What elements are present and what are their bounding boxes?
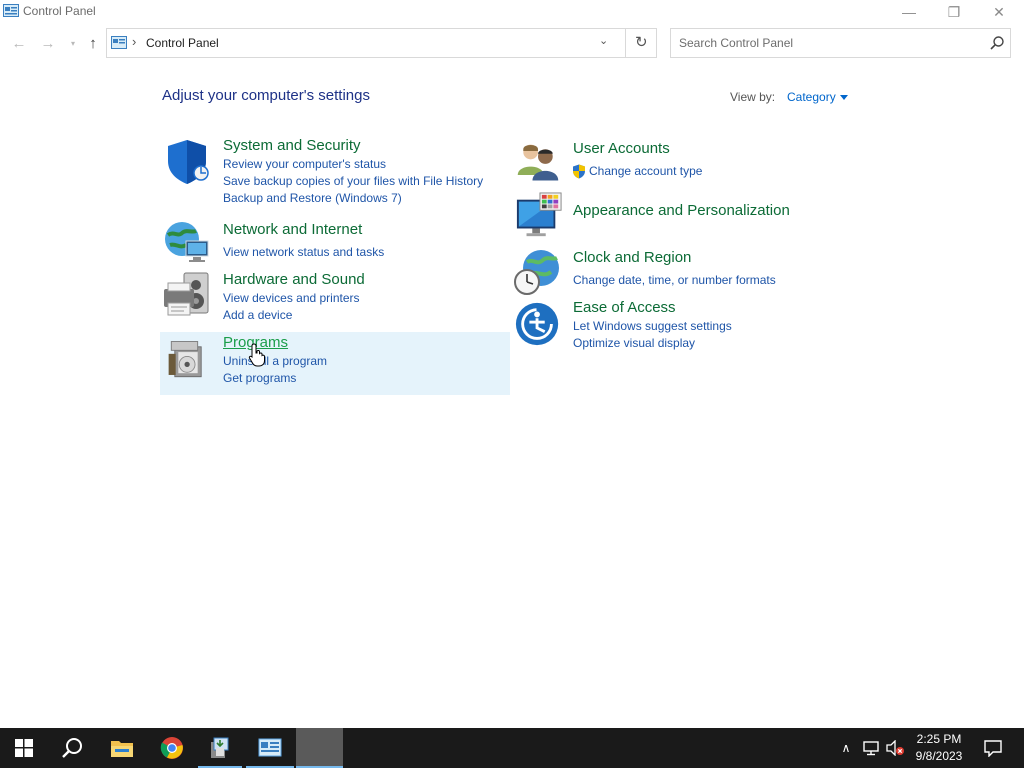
category-title-appearance[interactable]: Appearance and Personalization <box>573 202 790 219</box>
title-bar: Control Panel — ❐ ✕ <box>0 0 1024 24</box>
control-panel-icon[interactable] <box>258 738 282 758</box>
chevron-down-icon[interactable] <box>839 95 848 101</box>
link-change-account-type[interactable]: Change account type <box>589 164 702 178</box>
control-panel-icon <box>3 4 19 17</box>
category-title-user-accounts[interactable]: User Accounts <box>573 140 670 157</box>
back-button[interactable]: ← <box>8 32 30 54</box>
category-title-network-internet[interactable]: Network and Internet <box>223 221 362 238</box>
start-icon[interactable] <box>15 739 33 757</box>
taskbar: ∧ 2:25 PM 9/8/2023 <box>0 728 1024 768</box>
view-by-label: View by: <box>730 90 776 104</box>
clock-time: 2:25 PM <box>916 732 962 746</box>
programs-box-icon[interactable] <box>166 338 210 382</box>
link-devices-printers[interactable]: View devices and printers <box>223 291 360 305</box>
file-explorer-icon[interactable] <box>110 738 134 758</box>
link-suggest-settings[interactable]: Let Windows suggest settings <box>573 319 732 333</box>
view-by-dropdown[interactable]: Category <box>787 90 848 104</box>
forward-button[interactable]: → <box>37 32 59 54</box>
installer-icon[interactable] <box>208 736 232 760</box>
up-button[interactable]: ↑ <box>82 32 104 54</box>
recent-locations-button[interactable]: ▾ <box>62 32 84 54</box>
shield-icon[interactable] <box>163 137 213 187</box>
breadcrumb-control-panel[interactable]: Control Panel <box>146 36 219 50</box>
taskbar-chrome[interactable] <box>148 728 196 768</box>
minimize-button[interactable]: — <box>886 0 932 24</box>
link-uninstall-program[interactable]: Uninstall a program <box>223 354 327 368</box>
tray-volume[interactable] <box>884 728 906 768</box>
taskbar-file-explorer[interactable] <box>98 728 146 768</box>
taskbar-search-button[interactable] <box>48 728 96 768</box>
chrome-icon[interactable] <box>160 736 184 760</box>
network-icon[interactable] <box>862 740 880 756</box>
category-title-system-security[interactable]: System and Security <box>223 137 361 154</box>
control-panel-icon <box>111 36 127 49</box>
category-title-ease-of-access[interactable]: Ease of Access <box>573 299 676 316</box>
hand-cursor-icon <box>248 343 265 367</box>
printer-speaker-icon[interactable] <box>162 271 212 321</box>
taskbar-clock[interactable]: 2:25 PM 9/8/2023 <box>908 731 970 765</box>
search-box[interactable] <box>670 28 1011 58</box>
ease-of-access-icon[interactable] <box>514 301 562 349</box>
link-date-time-formats[interactable]: Change date, time, or number formats <box>573 273 776 287</box>
tray-overflow-button[interactable]: ∧ <box>836 728 856 768</box>
search-icon[interactable] <box>61 737 83 759</box>
search-input[interactable] <box>672 30 982 56</box>
category-title-hardware-sound[interactable]: Hardware and Sound <box>223 271 365 288</box>
action-center-button[interactable] <box>978 728 1008 768</box>
category-title-clock-region[interactable]: Clock and Region <box>573 249 691 266</box>
uac-shield-icon <box>573 164 585 179</box>
taskbar-control-panel[interactable] <box>246 728 294 768</box>
refresh-button[interactable]: ↻ <box>635 33 648 51</box>
link-file-history[interactable]: Save backup copies of your files with Fi… <box>223 174 483 188</box>
network-globe-icon[interactable] <box>162 217 212 267</box>
link-add-device[interactable]: Add a device <box>223 308 292 322</box>
breadcrumb-separator[interactable]: › <box>132 34 136 49</box>
monitor-palette-icon[interactable] <box>515 192 563 240</box>
link-get-programs[interactable]: Get programs <box>223 371 296 385</box>
link-network-status[interactable]: View network status and tasks <box>223 245 384 259</box>
clock-globe-icon[interactable] <box>513 248 563 298</box>
notification-icon[interactable] <box>984 739 1002 757</box>
window-title: Control Panel <box>23 4 96 18</box>
close-button[interactable]: ✕ <box>976 0 1022 24</box>
users-icon[interactable] <box>515 140 561 186</box>
maximize-button[interactable]: ❐ <box>931 0 977 24</box>
taskbar-active-window[interactable] <box>296 728 343 768</box>
address-bar[interactable]: › Control Panel ⌄ ↻ <box>106 28 657 58</box>
volume-muted-icon[interactable] <box>885 740 905 756</box>
link-optimize-display[interactable]: Optimize visual display <box>573 336 695 350</box>
start-button[interactable] <box>0 728 48 768</box>
page-heading: Adjust your computer's settings <box>162 87 370 104</box>
search-icon[interactable] <box>989 35 1005 51</box>
taskbar-installer[interactable] <box>198 728 242 768</box>
address-divider <box>625 29 626 57</box>
link-review-status[interactable]: Review your computer's status <box>223 157 386 171</box>
view-by-value[interactable]: Category <box>787 90 836 104</box>
link-backup-restore[interactable]: Backup and Restore (Windows 7) <box>223 191 402 205</box>
address-dropdown-button[interactable]: ⌄ <box>599 34 608 47</box>
clock-date: 9/8/2023 <box>915 749 963 763</box>
programs-hover-highlight <box>160 332 510 395</box>
tray-network[interactable] <box>860 728 882 768</box>
navigation-bar: ← → ▾ ↑ › Control Panel ⌄ ↻ <box>0 28 1024 58</box>
